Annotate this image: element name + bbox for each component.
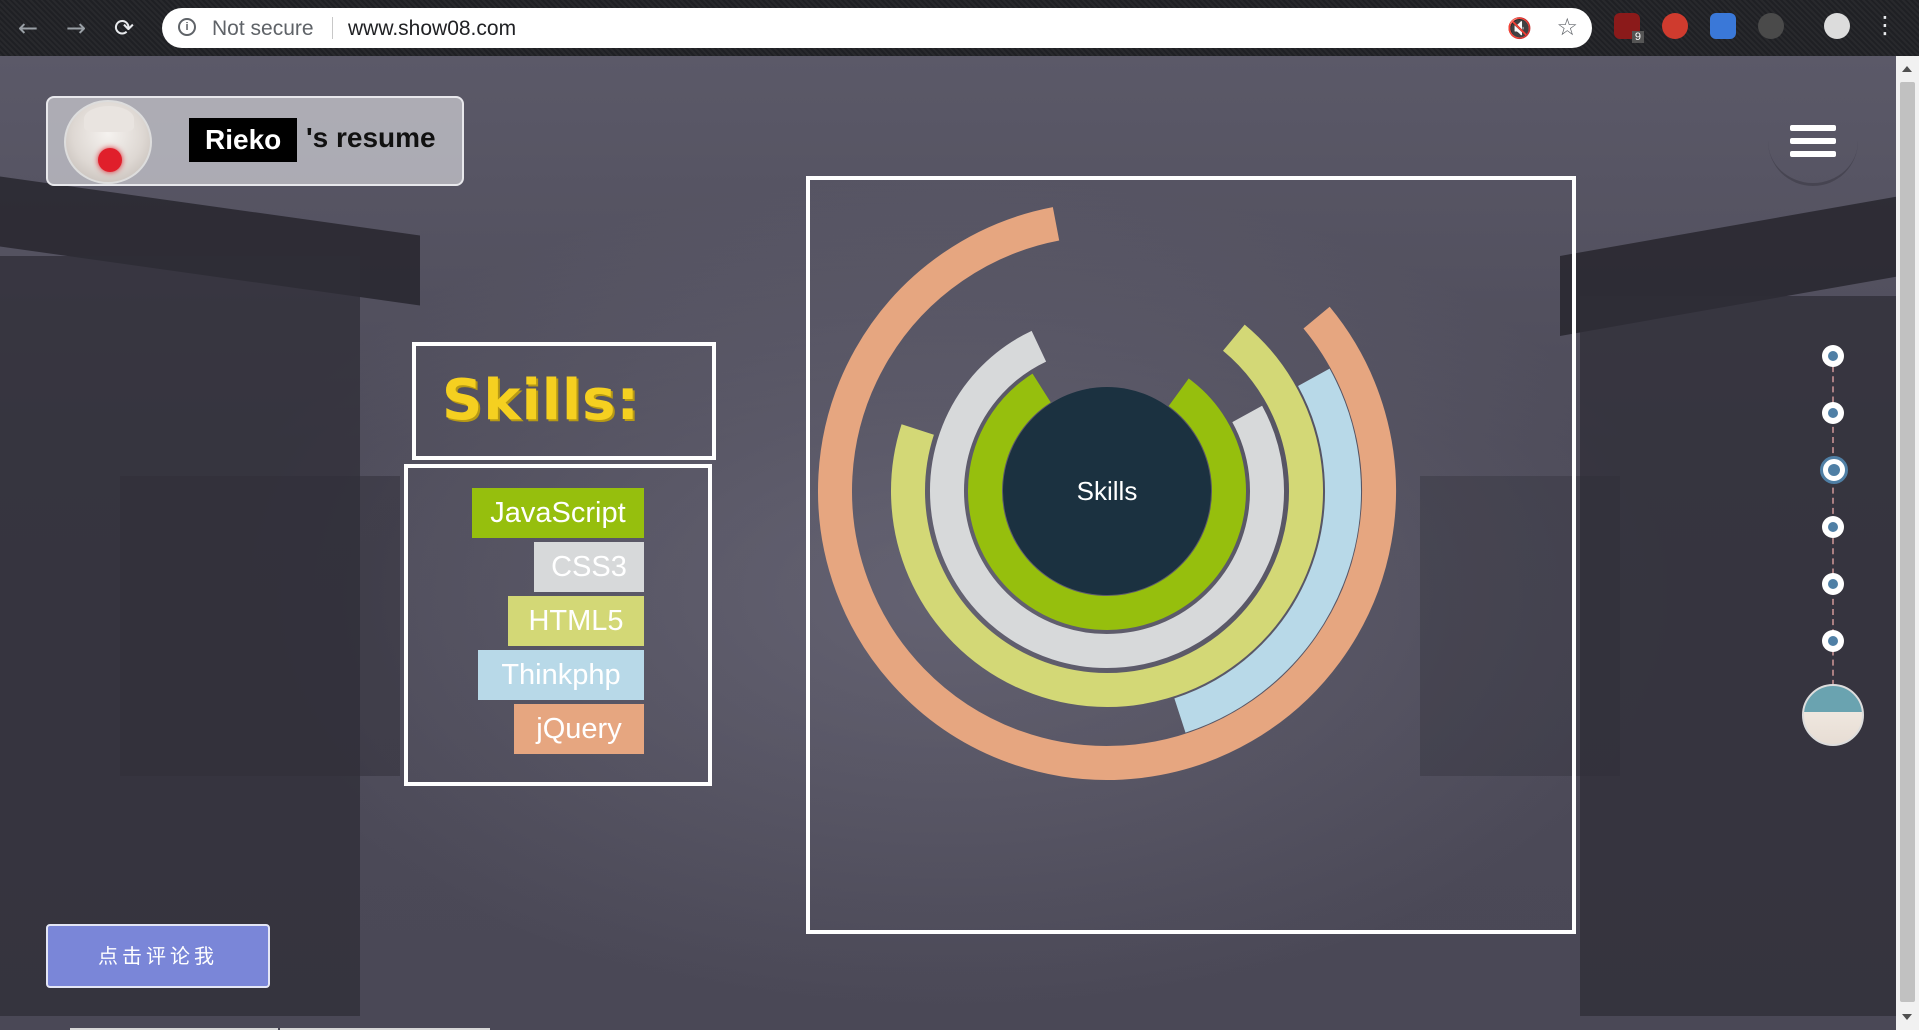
sync-extension-icon[interactable] [1758, 13, 1784, 39]
comment-button[interactable]: 点击评论我 [46, 924, 270, 988]
skills-title-box: Skills: [412, 342, 716, 460]
skills-chart-frame: Skills [806, 176, 1576, 934]
avatar-hair [84, 106, 134, 132]
address-bar[interactable]: i Not secure www.show08.com 🔇 ☆ [162, 8, 1592, 48]
skill-item-javascript: JavaScript [472, 488, 644, 538]
profile-header-card: Rieko 's resume [46, 96, 464, 186]
side-nav-dot-2[interactable] [1822, 402, 1844, 424]
browser-toolbar: ← → ⟳ i Not secure www.show08.com 🔇 ☆ 9 … [0, 0, 1919, 56]
side-nav-dot-5[interactable] [1822, 573, 1844, 595]
avatar[interactable] [64, 100, 152, 184]
scrollbar-thumb[interactable] [1900, 82, 1915, 1002]
bookmark-star-icon[interactable]: ☆ [1556, 13, 1578, 42]
name-tag: Rieko [189, 118, 298, 162]
skill-item-html5: HTML5 [508, 596, 644, 646]
page-scrollbar[interactable] [1896, 56, 1919, 1030]
skills-title: Skills: [442, 368, 640, 433]
profile-avatar-icon[interactable] [1824, 13, 1850, 39]
avatar-mouth [98, 148, 122, 172]
resume-suffix: 's resume [306, 122, 436, 153]
omnibox-divider [332, 17, 333, 39]
extension-icon[interactable] [1662, 13, 1688, 39]
info-icon[interactable]: i [178, 18, 196, 36]
side-nav-thumbnail[interactable] [1802, 684, 1864, 746]
menu-bar [1790, 125, 1836, 131]
translate-extension-icon[interactable] [1710, 13, 1736, 39]
side-nav-dot-3[interactable] [1820, 456, 1848, 484]
back-arrow-icon[interactable]: ← [10, 10, 46, 46]
side-nav-dot-1[interactable] [1822, 345, 1844, 367]
security-label: Not secure [212, 17, 314, 40]
menu-bar [1790, 138, 1836, 144]
ublock-extension-icon[interactable]: 9 [1614, 13, 1644, 43]
side-nav-dot-4[interactable] [1822, 516, 1844, 538]
skill-item-thinkphp: Thinkphp [478, 650, 644, 700]
skill-item-css3: CSS3 [534, 542, 644, 592]
sound-muted-icon[interactable]: 🔇 [1507, 16, 1532, 41]
forward-arrow-icon[interactable]: → [58, 10, 94, 46]
skills-radial-chart: Skills [818, 207, 1396, 780]
menu-button[interactable] [1768, 96, 1858, 186]
side-nav-dot-6[interactable] [1822, 630, 1844, 652]
menu-bar [1790, 151, 1836, 157]
skill-item-jquery: jQuery [514, 704, 644, 754]
scroll-down-arrow-icon[interactable] [1902, 1014, 1912, 1020]
skills-list: JavaScript CSS3 HTML5 Thinkphp jQuery [404, 464, 712, 786]
extension-badge: 9 [1631, 31, 1644, 43]
url-text[interactable]: www.show08.com [348, 17, 516, 41]
page-content: Rieko 's resume Skills: JavaScript CSS3 … [0, 56, 1896, 1030]
scroll-up-arrow-icon[interactable] [1902, 66, 1912, 72]
reload-icon[interactable]: ⟳ [106, 10, 142, 46]
more-menu-icon[interactable]: ⋮ [1873, 12, 1897, 40]
chart-center-label: Skills [1077, 476, 1138, 506]
